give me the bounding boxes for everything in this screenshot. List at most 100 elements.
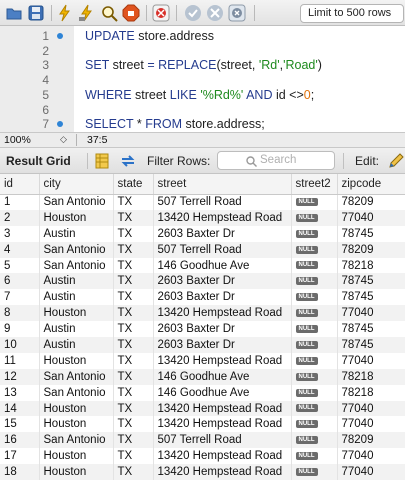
cell-id[interactable]: 15 — [0, 416, 40, 433]
cell-state[interactable]: TX — [113, 352, 154, 369]
editor-line[interactable]: 1 UPDATE store.address — [0, 29, 405, 43]
cell-zipcode[interactable]: 77040 — [337, 352, 405, 369]
cell-street[interactable]: 2603 Baxter Dr — [153, 321, 292, 338]
cell-street2[interactable]: NULL — [291, 209, 338, 226]
cell-street[interactable]: 146 Goodhue Ave — [153, 257, 292, 274]
cell-id[interactable]: 13 — [0, 384, 40, 401]
cell-street2[interactable]: NULL — [291, 225, 338, 242]
cell-street[interactable]: 13420 Hempstead Road — [153, 352, 292, 369]
cell-state[interactable]: TX — [113, 225, 154, 242]
filter-search-input[interactable]: Search — [217, 151, 335, 170]
cell-street2[interactable]: NULL — [291, 400, 338, 417]
cell-id[interactable]: 8 — [0, 305, 40, 322]
cell-zipcode[interactable]: 78745 — [337, 225, 405, 242]
auto-commit-icon[interactable] — [228, 4, 246, 22]
cell-street2[interactable]: NULL — [291, 432, 338, 449]
cell-street[interactable]: 507 Terrell Road — [153, 241, 292, 258]
column-header-street[interactable]: street — [153, 174, 292, 195]
zoom-stepper[interactable]: ◇ — [60, 134, 67, 145]
cell-zipcode[interactable]: 78745 — [337, 273, 405, 290]
cell-street2[interactable]: NULL — [291, 257, 338, 274]
editor-line[interactable]: 7 SELECT * FROM store.address; — [0, 117, 405, 131]
table-row[interactable]: 14 Houston TX 13420 Hempstead Road NULL 77040 — [0, 400, 405, 417]
cell-city[interactable]: Austin — [39, 321, 114, 338]
cell-state[interactable]: TX — [113, 368, 154, 385]
cell-zipcode[interactable]: 78745 — [337, 289, 405, 306]
cell-id[interactable]: 9 — [0, 321, 40, 338]
editor-line[interactable]: 5 WHERE street LIKE '%Rd%' AND id <>0; — [0, 88, 405, 102]
cell-state[interactable]: TX — [113, 273, 154, 290]
cell-state[interactable]: TX — [113, 194, 154, 210]
cell-city[interactable]: Houston — [39, 352, 114, 369]
cell-id[interactable]: 10 — [0, 337, 40, 353]
cell-city[interactable]: Houston — [39, 209, 114, 226]
cell-street2[interactable]: NULL — [291, 416, 338, 433]
table-row[interactable]: 12 San Antonio TX 146 Goodhue Ave NULL 78218 — [0, 368, 405, 385]
toggle-error-icon[interactable] — [152, 4, 170, 22]
cell-zipcode[interactable]: 77040 — [337, 448, 405, 465]
cell-zipcode[interactable]: 78745 — [337, 321, 405, 338]
cell-city[interactable]: Austin — [39, 225, 114, 242]
refresh-arrows-icon[interactable] — [120, 153, 136, 172]
table-row[interactable]: 11 Houston TX 13420 Hempstead Road NULL 77040 — [0, 352, 405, 369]
cell-state[interactable]: TX — [113, 257, 154, 274]
cell-id[interactable]: 4 — [0, 241, 40, 258]
commit-icon[interactable] — [184, 4, 202, 22]
cell-street2[interactable]: NULL — [291, 289, 338, 306]
result-grid-tab[interactable]: Result Grid — [6, 154, 71, 168]
cell-state[interactable]: TX — [113, 416, 154, 433]
grid-view-icon[interactable] — [95, 153, 109, 172]
cell-city[interactable]: Houston — [39, 305, 114, 322]
cell-city[interactable]: Houston — [39, 400, 114, 417]
cell-id[interactable]: 1 — [0, 194, 40, 210]
cell-id[interactable]: 14 — [0, 400, 40, 417]
cell-street[interactable]: 13420 Hempstead Road — [153, 416, 292, 433]
cell-state[interactable]: TX — [113, 241, 154, 258]
cell-city[interactable]: San Antonio — [39, 194, 114, 210]
cell-id[interactable]: 2 — [0, 209, 40, 226]
cell-street2[interactable]: NULL — [291, 241, 338, 258]
cell-street[interactable]: 507 Terrell Road — [153, 432, 292, 449]
table-row[interactable]: 4 San Antonio TX 507 Terrell Road NULL 78209 — [0, 241, 405, 258]
cell-zipcode[interactable]: 78218 — [337, 368, 405, 385]
cell-state[interactable]: TX — [113, 464, 154, 481]
table-row[interactable]: 6 Austin TX 2603 Baxter Dr NULL 78745 — [0, 273, 405, 290]
cell-street2[interactable]: NULL — [291, 305, 338, 322]
cell-street2[interactable]: NULL — [291, 194, 338, 210]
cell-zipcode[interactable]: 78218 — [337, 257, 405, 274]
column-header-zipcode[interactable]: zipcode — [337, 174, 405, 195]
column-header-street2[interactable]: street2 — [291, 174, 338, 195]
cell-city[interactable]: San Antonio — [39, 257, 114, 274]
cell-street[interactable]: 507 Terrell Road — [153, 194, 292, 210]
cell-city[interactable]: San Antonio — [39, 368, 114, 385]
result-grid[interactable]: id city state street street2 zipcode 1 San Ant… — [0, 174, 405, 488]
editor-line[interactable]: 3 SET street = REPLACE(street, 'Rd','Road… — [0, 58, 405, 72]
cell-zipcode[interactable]: 78745 — [337, 337, 405, 353]
cell-state[interactable]: TX — [113, 384, 154, 401]
cell-zipcode[interactable]: 77040 — [337, 305, 405, 322]
cell-zipcode[interactable]: 77040 — [337, 416, 405, 433]
sql-editor[interactable]: 1 UPDATE store.address 2 3 SET street = REPL… — [0, 26, 405, 132]
cell-city[interactable]: Austin — [39, 337, 114, 353]
cell-street2[interactable]: NULL — [291, 321, 338, 338]
cell-state[interactable]: TX — [113, 432, 154, 449]
cell-street[interactable]: 2603 Baxter Dr — [153, 273, 292, 290]
cell-state[interactable]: TX — [113, 337, 154, 353]
cell-state[interactable]: TX — [113, 305, 154, 322]
cell-city[interactable]: Houston — [39, 416, 114, 433]
cell-id[interactable]: 6 — [0, 273, 40, 290]
execute-current-lightning-icon[interactable] — [78, 4, 96, 22]
limit-rows-select[interactable]: Limit to 500 rows — [300, 4, 404, 23]
cell-street2[interactable]: NULL — [291, 273, 338, 290]
cell-zipcode[interactable]: 78209 — [337, 241, 405, 258]
cell-street[interactable]: 2603 Baxter Dr — [153, 225, 292, 242]
cell-street[interactable]: 13420 Hempstead Road — [153, 464, 292, 481]
cell-street[interactable]: 13420 Hempstead Road — [153, 209, 292, 226]
cell-zipcode[interactable]: 78209 — [337, 432, 405, 449]
cell-id[interactable]: 3 — [0, 225, 40, 242]
editor-line[interactable]: 2 — [0, 44, 405, 58]
table-row[interactable]: 8 Houston TX 13420 Hempstead Road NULL 77040 — [0, 305, 405, 322]
cell-city[interactable]: Houston — [39, 448, 114, 465]
cell-state[interactable]: TX — [113, 289, 154, 306]
execute-lightning-icon[interactable] — [56, 4, 74, 22]
